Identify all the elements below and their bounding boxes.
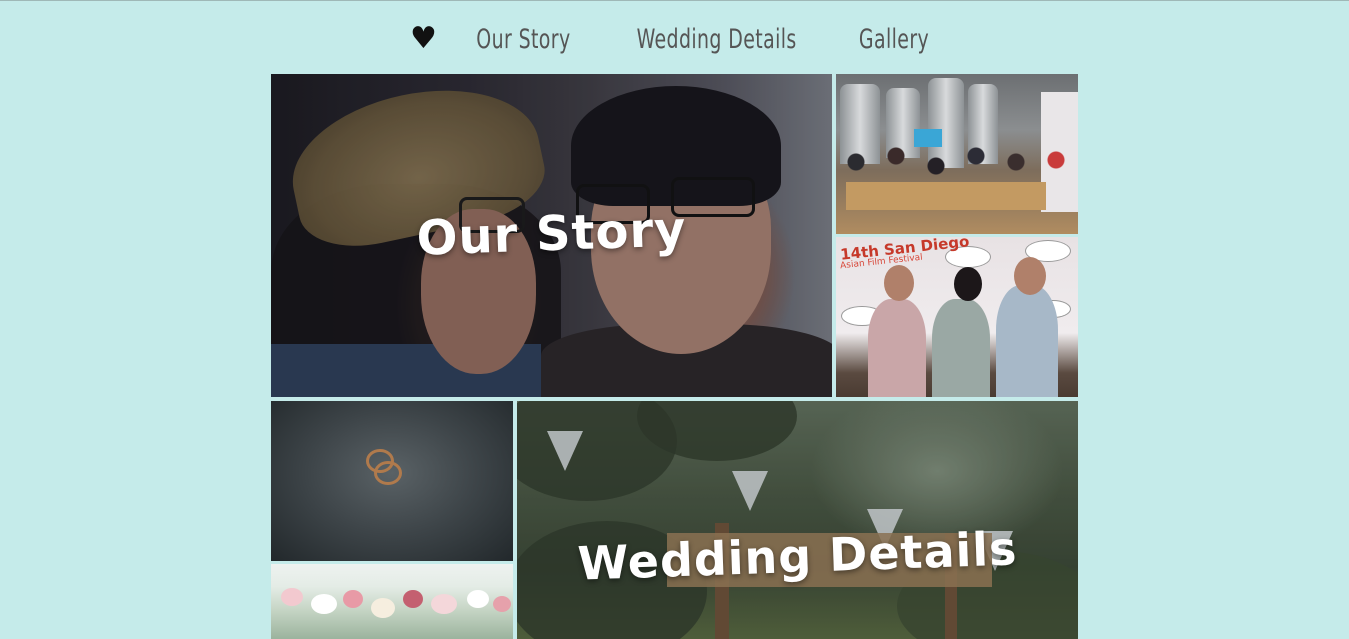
photo-detail: [403, 590, 423, 608]
photo-detail: [996, 285, 1058, 397]
photo-detail: [374, 461, 402, 485]
home-heart-icon[interactable]: ♥: [410, 24, 437, 54]
photo-detail: [932, 299, 990, 397]
flowers-photo[interactable]: [271, 564, 513, 639]
photo-detail: [431, 594, 457, 614]
photo-overlay: [517, 401, 1078, 639]
nav-link-wedding-details[interactable]: Wedding Details: [636, 24, 796, 55]
photo-detail: [836, 142, 1078, 234]
nav-link-our-story[interactable]: Our Story: [476, 24, 570, 55]
nav-link-gallery[interactable]: Gallery: [859, 24, 929, 55]
photo-detail: [281, 588, 303, 606]
rings-photo[interactable]: [271, 401, 513, 561]
main-nav: ♥ Our Story Wedding Details Gallery: [0, 18, 1349, 60]
photo-detail: [954, 267, 982, 301]
wedding-details-tile[interactable]: Wedding Details: [517, 401, 1078, 639]
photo-detail: [467, 590, 489, 608]
photo-detail: [493, 596, 511, 612]
our-story-tile[interactable]: Our Story: [271, 74, 832, 397]
photo-detail: [868, 299, 926, 397]
top-border: [0, 0, 1349, 1]
film-festival-photo[interactable]: 14th San Diego Asian Film Festival: [836, 237, 1078, 397]
photo-detail: [311, 594, 337, 614]
photo-detail: [371, 598, 395, 618]
photo-detail: [884, 265, 914, 301]
photo-detail: [343, 590, 363, 608]
party-photo[interactable]: [836, 74, 1078, 234]
photo-detail: [1014, 257, 1046, 295]
